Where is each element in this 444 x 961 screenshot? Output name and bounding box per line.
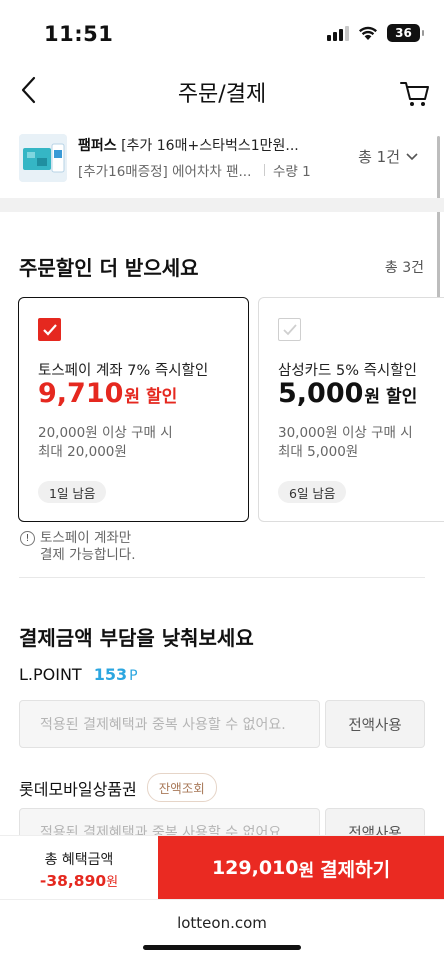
cart-icon[interactable] <box>398 76 432 110</box>
total-benefit: 총 혜택금액 -38,890원 <box>0 836 158 900</box>
check-icon <box>42 324 57 336</box>
option-separator <box>264 164 265 176</box>
status-time: 11:51 <box>44 22 114 46</box>
wifi-icon <box>359 26 377 40</box>
days-remaining-badge: 1일 남음 <box>38 481 107 503</box>
signal-icon <box>327 25 349 41</box>
lpoint-row: L.POINT 153 P <box>19 665 138 684</box>
discount-card-samsung[interactable]: 삼성카드 5% 즉시할인 5,000 원 할인 30,000원 이상 구매 시 … <box>258 297 444 522</box>
discount-max: 최대 20,000원 <box>38 444 127 460</box>
gift-card-row: 롯데모바일상품권 잔액조회 <box>19 773 217 802</box>
info-icon: ! <box>20 531 35 546</box>
discount-amount-unit: 원 할인 <box>124 387 178 407</box>
lpoint-unit: P <box>129 668 138 684</box>
lpoint-use-all-button[interactable]: 전액사용 <box>325 700 425 748</box>
divider <box>19 577 425 578</box>
discount-section-title: 주문할인 더 받으세요 <box>19 256 199 280</box>
discount-min-purchase: 20,000원 이상 구매 시 <box>38 425 173 441</box>
product-total-count: 총 1건 <box>358 148 400 166</box>
discount-description: 토스페이 계좌 7% 즉시할인 <box>38 363 209 379</box>
app-header: 주문/결제 <box>0 62 444 120</box>
discount-description: 삼성카드 5% 즉시할인 <box>278 363 417 379</box>
product-name: 팸퍼스 [추가 16매+스타벅스1만원... <box>78 135 328 155</box>
discount-note-text: 토스페이 계좌만 결제 가능합니다. <box>40 530 136 564</box>
home-indicator[interactable] <box>143 945 301 950</box>
discount-max: 최대 5,000원 <box>278 444 359 460</box>
discount-amount-unit: 원 할인 <box>364 387 418 407</box>
section-divider <box>0 198 444 212</box>
discount-amount-value: 9,710 <box>38 378 124 409</box>
balance-check-button[interactable]: 잔액조회 <box>146 773 217 802</box>
checkbox-unchecked[interactable] <box>278 318 301 341</box>
discount-amount: 5,000 원 할인 <box>278 378 417 409</box>
discount-conditions: 20,000원 이상 구매 시 최대 20,000원 <box>38 424 173 462</box>
discount-note: ! 토스페이 계좌만 결제 가능합니다. <box>20 530 136 564</box>
product-brand: 팸퍼스 <box>78 138 117 154</box>
days-remaining-badge: 6일 남음 <box>278 481 347 503</box>
product-title: [추가 16매+스타벅스1만원... <box>116 138 299 154</box>
pay-amount: 129,010 <box>211 857 299 879</box>
total-benefit-label: 총 혜택금액 <box>44 852 114 868</box>
note-line: 토스페이 계좌만 <box>40 530 132 546</box>
total-benefit-value: -38,890원 <box>0 871 158 890</box>
battery-icon: 36 <box>387 24 424 42</box>
checkbox-checked[interactable] <box>38 318 61 341</box>
benefit-amount: -38,890 <box>39 872 107 890</box>
pay-unit: 원 <box>298 860 315 881</box>
discount-amount: 9,710 원 할인 <box>38 378 177 409</box>
discount-amount-value: 5,000 <box>278 378 364 409</box>
product-option: [추가16매증정] 에어차차 팬... <box>78 164 252 180</box>
status-bar: 11:51 36 <box>0 0 444 62</box>
discount-count: 총 3건 <box>384 260 424 276</box>
page-title: 주문/결제 <box>177 82 267 107</box>
product-thumbnail <box>19 134 67 182</box>
status-icons: 36 <box>327 24 424 42</box>
discount-conditions: 30,000원 이상 구매 시 최대 5,000원 <box>278 424 413 462</box>
discount-min-purchase: 30,000원 이상 구매 시 <box>278 425 413 441</box>
lpoint-label: L.POINT <box>19 665 82 684</box>
pay-label: 결제하기 <box>320 858 391 881</box>
gift-card-label: 롯데모바일상품권 <box>19 779 137 799</box>
payment-section-title: 결제금액 부담을 낮춰보세요 <box>19 626 254 650</box>
check-icon <box>282 324 297 336</box>
url-text: lotteon.com <box>177 914 267 932</box>
browser-url-bar[interactable]: lotteon.com <box>0 899 444 961</box>
benefit-unit: 원 <box>106 875 119 890</box>
product-total-toggle[interactable]: 총 1건 <box>358 146 418 167</box>
bottom-pay-bar: 총 혜택금액 -38,890원 129,010 원 결제하기 <box>0 835 444 900</box>
pay-button[interactable]: 129,010 원 결제하기 <box>158 836 444 900</box>
lpoint-value: 153 <box>93 665 128 684</box>
chevron-down-icon <box>406 152 418 160</box>
product-quantity: 수량 1 <box>273 164 311 180</box>
lpoint-input[interactable]: 적용된 결제혜택과 중복 사용할 수 없어요. <box>19 700 320 748</box>
note-line: 결제 가능합니다. <box>40 547 136 563</box>
discount-card-tosspay[interactable]: 토스페이 계좌 7% 즉시할인 9,710 원 할인 20,000원 이상 구매… <box>18 297 249 522</box>
order-product-summary[interactable]: 팸퍼스 [추가 16매+스타벅스1만원... [추가16매증정] 에어차차 팬.… <box>0 122 444 196</box>
product-option-row: [추가16매증정] 에어차차 팬... 수량 1 <box>78 160 311 180</box>
lpoint-balance: 153 P <box>94 665 138 684</box>
